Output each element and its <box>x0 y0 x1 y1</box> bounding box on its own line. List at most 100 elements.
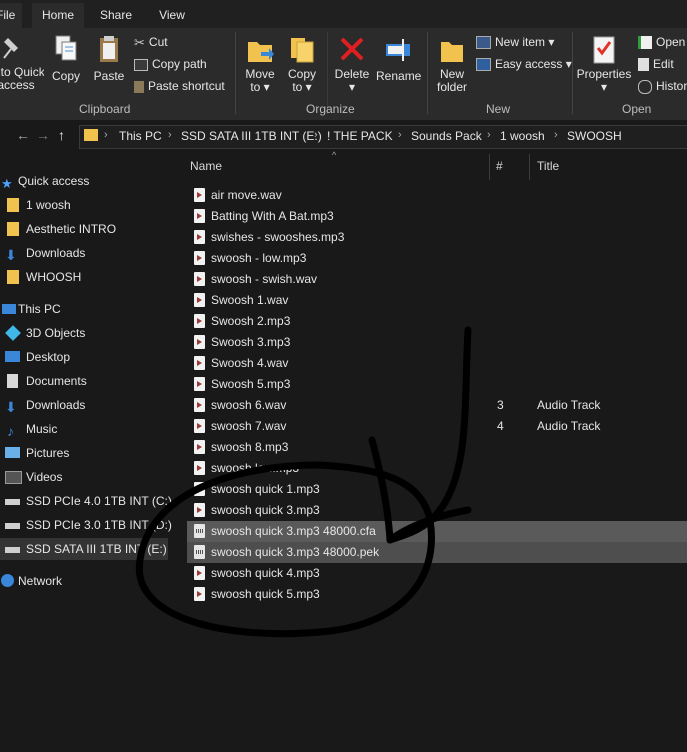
tab-home[interactable]: Home <box>32 3 84 28</box>
nav-this-pc-label: This PC <box>18 302 61 316</box>
file-row[interactable]: swoosh quick 5.mp3 <box>187 584 687 605</box>
breadcrumb-the-pack[interactable]: ! THE PACK <box>327 129 393 143</box>
copy-to-button[interactable]: Copy to ▾ <box>284 32 320 100</box>
file-row-highlighted[interactable]: swoosh quick 3.mp3 48000.pek <box>187 542 687 563</box>
nav-this-pc[interactable]: This PC <box>0 298 172 320</box>
file-row[interactable]: Swoosh 1.wav <box>187 290 687 311</box>
drive-icon <box>5 499 20 505</box>
file-row[interactable]: swoosh quick 3.mp3 <box>187 500 687 521</box>
properties-dropdown-icon: ▾ <box>600 80 608 94</box>
file-row[interactable]: swoosh quick 4.mp3 <box>187 563 687 584</box>
paste-shortcut-label: Paste shortcut <box>148 79 225 93</box>
cut-label: Cut <box>148 35 168 49</box>
delete-button[interactable]: Delete ▾ <box>332 32 372 100</box>
nav-videos[interactable]: Videos <box>0 466 172 488</box>
cut-button[interactable]: ✂ Cut <box>134 34 168 50</box>
file-row[interactable]: Swoosh 5.mp3 <box>187 374 687 395</box>
nav-pictures[interactable]: Pictures <box>0 442 172 464</box>
column-header-title[interactable]: Title <box>537 159 559 173</box>
breadcrumb-1-woosh[interactable]: 1 woosh <box>500 129 545 143</box>
file-row[interactable]: air move.wav <box>187 185 687 206</box>
file-row-highlighted[interactable]: swoosh quick 3.mp3 48000.cfa <box>187 521 687 542</box>
nav-drive-e[interactable]: SSD SATA III 1TB INT (E:) <box>0 538 168 560</box>
edit-button[interactable]: Edit <box>638 56 674 72</box>
file-row[interactable]: Swoosh 3.mp3 <box>187 332 687 353</box>
copy-path-button[interactable]: Copy path <box>134 56 207 72</box>
nav-documents[interactable]: Documents <box>0 370 172 392</box>
pin-to-quick-access-button[interactable]: Pin to Quick access <box>0 32 44 100</box>
rename-icon <box>386 39 410 61</box>
nav-pinned-downloads[interactable]: ⬇ Downloads <box>0 242 172 264</box>
file-row[interactable]: swoosh 7.wav 4 Audio Track <box>187 416 687 437</box>
new-folder-button[interactable]: New folder <box>432 32 472 100</box>
breadcrumb-separator-icon: › <box>554 129 558 141</box>
file-row[interactable]: Batting With A Bat.mp3 <box>187 206 687 227</box>
audio-file-icon <box>194 188 205 202</box>
open-button[interactable]: Open <box>638 34 685 50</box>
tab-view[interactable]: View <box>146 3 198 28</box>
breadcrumb-swoosh[interactable]: SWOOSH <box>567 129 622 143</box>
new-item-button[interactable]: New item ▾ <box>476 34 554 50</box>
history-button[interactable]: History <box>638 78 687 94</box>
file-row[interactable]: swoosh quick 1.mp3 <box>187 479 687 500</box>
copy-button[interactable]: Copy <box>48 32 84 100</box>
nav-3d-objects[interactable]: 3D Objects <box>0 322 172 344</box>
forward-arrow-icon[interactable]: → <box>36 127 50 143</box>
breadcrumb-separator-icon: › <box>104 129 108 141</box>
nav-pinned-whoosh[interactable]: WHOOSH <box>0 266 172 288</box>
address-row: ← → ↑ › This PC › SSD SATA III 1TB INT (… <box>0 120 687 152</box>
nav-item-label: 1 woosh <box>26 198 71 212</box>
file-row[interactable]: swoosh - low.mp3 <box>187 248 687 269</box>
up-arrow-icon[interactable]: ↑ <box>58 127 65 143</box>
rename-button[interactable]: Rename <box>376 32 421 100</box>
nav-music[interactable]: ♪ Music <box>0 418 172 440</box>
file-row[interactable]: swoosh 6.wav 3 Audio Track <box>187 395 687 416</box>
nav-item-label: SSD PCIe 3.0 1TB INT (D:) <box>26 518 172 532</box>
nav-drive-d[interactable]: SSD PCIe 3.0 1TB INT (D:) <box>0 514 172 536</box>
history-icon <box>638 79 652 94</box>
easy-access-button[interactable]: Easy access ▾ <box>476 56 572 72</box>
file-row[interactable]: swoosh 8.mp3 <box>187 437 687 458</box>
nav-downloads[interactable]: ⬇ Downloads <box>0 394 172 416</box>
column-divider[interactable] <box>529 154 530 180</box>
column-header-number[interactable]: # <box>496 159 503 173</box>
file-name: swoosh 8.mp3 <box>211 440 289 454</box>
audio-file-icon <box>194 377 205 391</box>
back-arrow-icon[interactable]: ← <box>16 127 30 143</box>
tab-home-label: Home <box>41 8 74 22</box>
nav-pinned-1-woosh[interactable]: 1 woosh <box>0 194 172 216</box>
breadcrumb-drive[interactable]: SSD SATA III 1TB INT (E:) <box>181 129 322 143</box>
audio-file-icon <box>194 251 205 265</box>
nav-pinned-aesthetic-intro[interactable]: Aesthetic INTRO <box>0 218 172 240</box>
audio-file-icon <box>194 356 205 370</box>
file-row[interactable]: swoosh - swish.wav <box>187 269 687 290</box>
properties-button[interactable]: Properties ▾ <box>576 32 632 100</box>
paste-button[interactable]: Paste <box>90 32 128 100</box>
nav-desktop[interactable]: Desktop <box>0 346 172 368</box>
file-row[interactable]: Swoosh 4.wav <box>187 353 687 374</box>
file-row[interactable]: Swoosh 2.mp3 <box>187 311 687 332</box>
nav-drive-c[interactable]: SSD PCIe 4.0 1TB INT (C:) <box>0 490 172 512</box>
file-row[interactable]: swishes - swooshes.mp3 <box>187 227 687 248</box>
audio-file-icon <box>194 293 205 307</box>
paste-shortcut-button[interactable]: Paste shortcut <box>134 78 225 94</box>
column-header-name[interactable]: Name <box>190 159 222 173</box>
nav-network[interactable]: Network <box>0 570 172 592</box>
file-name: swoosh quick 5.mp3 <box>211 587 320 601</box>
copy-label: Copy <box>51 69 80 83</box>
navigation-pane: ★ Quick access 1 woosh Aesthetic INTRO ⬇… <box>0 152 172 752</box>
file-row[interactable]: swoosh low.mp3 <box>187 458 687 479</box>
breadcrumb-separator-icon: › <box>487 129 491 141</box>
document-icon <box>7 374 18 388</box>
address-bar[interactable]: › This PC › SSD SATA III 1TB INT (E:) › … <box>79 125 687 149</box>
easy-access-label: Easy access <box>495 57 563 71</box>
breadcrumb-this-pc[interactable]: This PC <box>119 129 162 143</box>
tab-file[interactable]: File <box>0 3 22 28</box>
tab-share[interactable]: Share <box>90 3 142 28</box>
nav-item-label: 3D Objects <box>26 326 86 340</box>
move-to-button[interactable]: Move to ▾ <box>242 32 278 100</box>
breadcrumb-sounds-pack[interactable]: Sounds Pack <box>411 129 482 143</box>
column-divider[interactable] <box>489 154 490 180</box>
nav-quick-access[interactable]: ★ Quick access <box>0 170 172 192</box>
breadcrumb-separator-icon: › <box>314 129 318 141</box>
